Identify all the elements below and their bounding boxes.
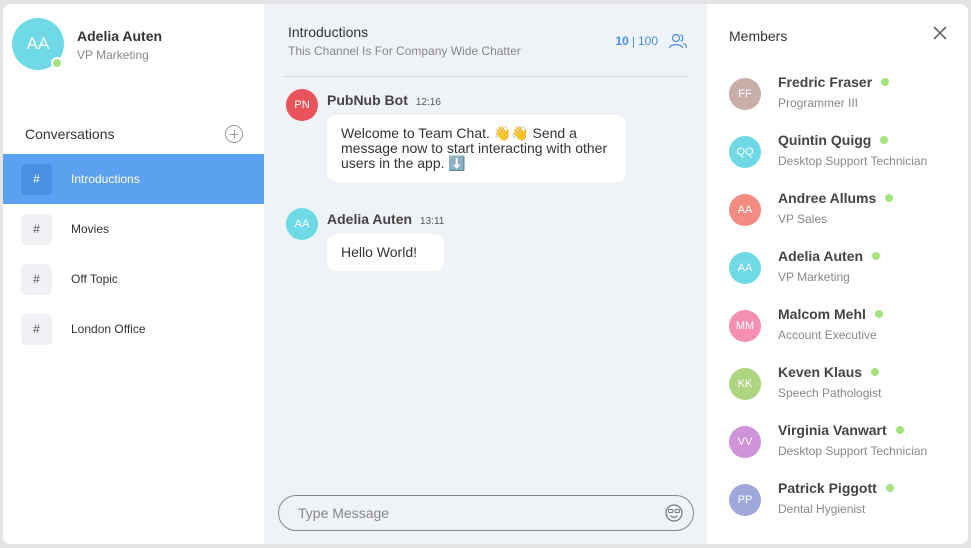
- message-input[interactable]: [298, 505, 658, 521]
- member-list: FF Fredric Fraser Programmer III QQ Quin…: [729, 74, 959, 538]
- member-count[interactable]: 10 | 100: [615, 33, 688, 49]
- member-avatar: AA: [729, 194, 761, 226]
- message-sender: Adelia Auten: [327, 211, 413, 227]
- member-title: Account Executive: [778, 328, 877, 342]
- member-item[interactable]: KK Keven Klaus Speech Pathologist: [729, 364, 959, 422]
- member-item[interactable]: VV Virginia Vanwart Desktop Support Tech…: [729, 422, 959, 480]
- message-time: 12:16: [415, 97, 441, 108]
- member-title: Desktop Support Technician: [778, 154, 928, 168]
- member-name: Adelia Auten: [778, 248, 864, 264]
- message-sender: PubNub Bot: [327, 92, 408, 108]
- online-dot: [880, 136, 889, 144]
- channel-label: London Office: [71, 322, 146, 336]
- sidebar: AA Adelia Auten VP Marketing Conversatio…: [3, 4, 264, 544]
- channel-label: Off Topic: [71, 272, 118, 286]
- message: PN PubNub Bot 12:16 Welcome to Team Chat…: [286, 89, 626, 182]
- chat-panel: Introductions This Channel Is For Compan…: [264, 4, 707, 544]
- close-icon[interactable]: [932, 25, 948, 41]
- online-dot: [881, 78, 890, 86]
- member-item[interactable]: AA Andree Allums VP Sales: [729, 190, 959, 248]
- member-avatar: PP: [729, 484, 761, 516]
- member-title: Dental Hygienist: [778, 502, 866, 516]
- chat-header: Introductions This Channel Is For Compan…: [288, 24, 688, 58]
- conversations-title: Conversations: [25, 126, 115, 142]
- hash-icon: #: [21, 263, 52, 295]
- channel-item-london-office[interactable]: # London Office: [3, 304, 264, 354]
- message-bubble: Hello World!: [327, 234, 445, 271]
- hash-icon: #: [21, 163, 52, 195]
- online-dot: [885, 484, 894, 492]
- channel-label: Movies: [71, 222, 110, 236]
- header-divider: [282, 76, 688, 77]
- online-dot: [895, 426, 904, 434]
- online-count: 10: [615, 34, 629, 48]
- channel-item-off-topic[interactable]: # Off Topic: [3, 254, 264, 304]
- profile-title: VP Marketing: [77, 48, 149, 62]
- users-icon: [668, 33, 688, 49]
- conversations-header: Conversations: [25, 125, 243, 143]
- channel-label: Introductions: [71, 172, 140, 186]
- member-avatar: MM: [729, 310, 761, 342]
- hash-icon: #: [21, 313, 52, 345]
- member-name: Patrick Piggott: [778, 480, 877, 496]
- message-avatar: AA: [286, 208, 318, 240]
- member-title: Programmer III: [778, 96, 859, 110]
- member-item[interactable]: QQ Quintin Quigg Desktop Support Technic…: [729, 132, 959, 190]
- presence-indicator: [51, 57, 63, 69]
- online-dot: [885, 194, 894, 202]
- member-avatar: QQ: [729, 136, 761, 168]
- profile-name: Adelia Auten: [77, 28, 163, 44]
- message-time: 13:11: [420, 216, 445, 227]
- member-name: Andree Allums: [778, 190, 877, 206]
- message: AA Adelia Auten 13:11 Hello World!: [286, 208, 445, 271]
- member-name: Fredric Fraser: [778, 74, 873, 90]
- member-title: VP Sales: [778, 212, 828, 226]
- team-chat-app: AA Adelia Auten VP Marketing Conversatio…: [3, 4, 968, 544]
- count-separator: |: [631, 34, 635, 48]
- member-name: Virginia Vanwart: [778, 422, 887, 438]
- member-avatar: FF: [729, 78, 761, 110]
- channel-item-movies[interactable]: # Movies: [3, 204, 264, 254]
- emoji-icon[interactable]: [665, 504, 683, 522]
- member-avatar: KK: [729, 368, 761, 400]
- member-item[interactable]: FF Fredric Fraser Programmer III: [729, 74, 959, 132]
- member-name: Keven Klaus: [778, 364, 863, 380]
- member-title: VP Marketing: [778, 270, 850, 284]
- total-count: 100: [637, 34, 658, 48]
- message-avatar: PN: [286, 89, 318, 121]
- member-item[interactable]: MM Malcom Mehl Account Executive: [729, 306, 959, 364]
- member-item[interactable]: AA Adelia Auten VP Marketing: [729, 248, 959, 306]
- profile-avatar-initials: AA: [26, 34, 50, 53]
- member-title: Speech Pathologist: [778, 386, 882, 400]
- message-composer: [278, 495, 694, 531]
- members-title: Members: [729, 28, 788, 44]
- add-conversation-icon[interactable]: [225, 125, 243, 143]
- member-name: Quintin Quigg: [778, 132, 872, 148]
- online-dot: [871, 368, 880, 376]
- channel-item-introductions[interactable]: # Introductions: [3, 154, 264, 204]
- member-item[interactable]: PP Patrick Piggott Dental Hygienist: [729, 480, 959, 538]
- online-dot: [874, 310, 883, 318]
- hash-icon: #: [21, 213, 52, 245]
- user-profile[interactable]: AA Adelia Auten VP Marketing: [12, 18, 162, 70]
- online-dot: [872, 252, 881, 260]
- message-bubble: Welcome to Team Chat. 👋👋 Send a message …: [327, 115, 626, 182]
- channel-list: # Introductions # Movies # Off Topic # L…: [3, 154, 264, 354]
- members-panel: Members FF Fredric Fraser Programmer III…: [707, 4, 968, 544]
- member-avatar: AA: [729, 252, 761, 284]
- profile-avatar: AA: [12, 18, 64, 70]
- member-name: Malcom Mehl: [778, 306, 866, 322]
- member-avatar: VV: [729, 426, 761, 458]
- member-title: Desktop Support Technician: [778, 444, 928, 458]
